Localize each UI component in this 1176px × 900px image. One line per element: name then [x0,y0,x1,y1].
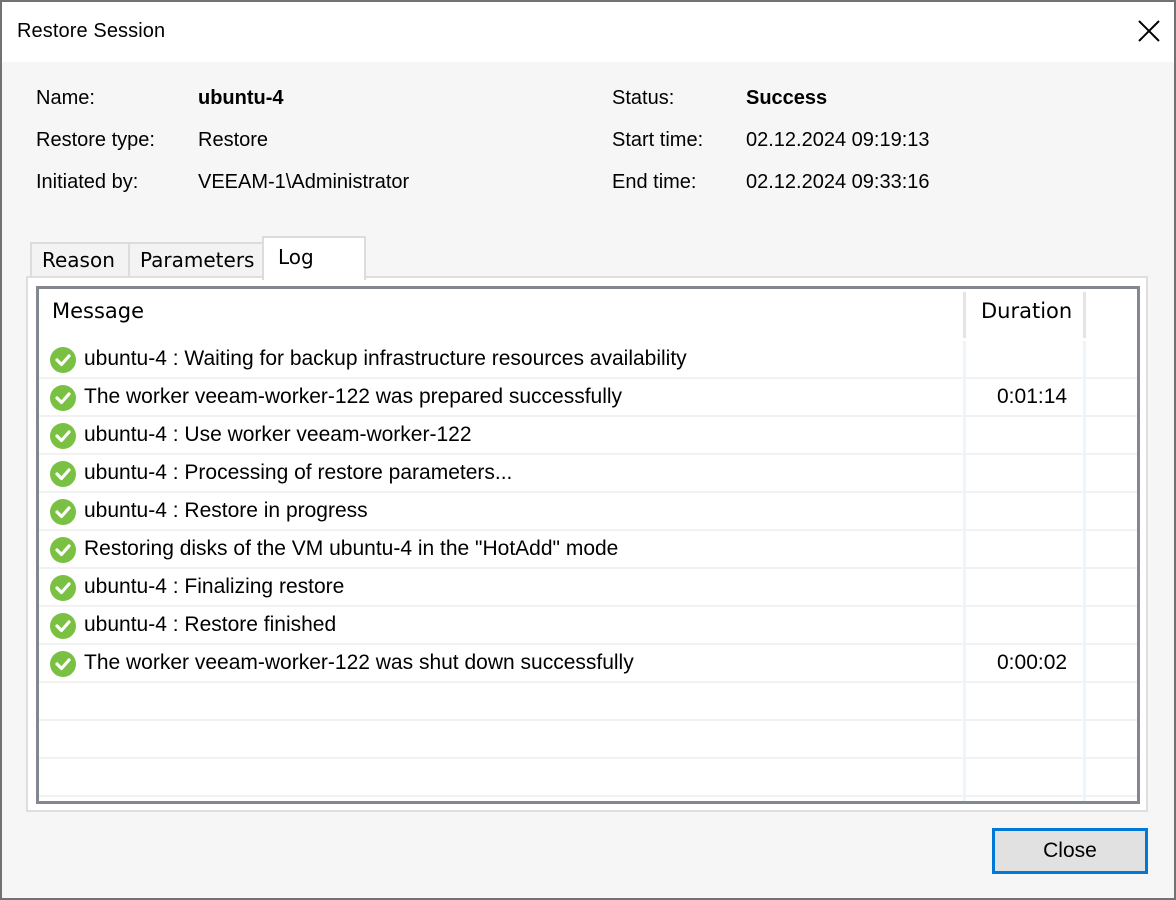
empty-row [39,683,1137,721]
end-time-label: End time: [612,171,697,193]
log-duration: 0:01:14 [997,385,1068,408]
log-message: Restoring disks of the VM ubuntu-4 in th… [84,537,619,560]
success-check-icon [49,536,77,564]
success-check-icon [49,650,77,678]
log-duration: 0:00:02 [997,651,1068,674]
restore-type-label: Restore type: [36,129,155,151]
status-label: Status: [612,87,675,109]
log-row[interactable]: The worker veeam-worker-122 was shut dow… [39,645,1137,683]
log-message: The worker veeam-worker-122 was shut dow… [84,651,634,674]
log-rows: ubuntu-4 : Waiting for backup infrastruc… [39,341,1137,797]
success-check-icon [49,346,77,374]
success-check-icon [49,574,77,602]
status-value: Success [746,87,828,109]
tab-log[interactable]: Log [262,236,366,280]
initiated-by-label: Initiated by: [36,171,139,193]
column-header-message[interactable]: Message [52,299,144,323]
log-row[interactable]: Restoring disks of the VM ubuntu-4 in th… [39,531,1137,569]
success-check-icon [49,422,77,450]
log-row[interactable]: ubuntu-4 : Restore finished [39,607,1137,645]
success-check-icon [49,384,77,412]
column-separator[interactable] [963,292,966,338]
close-button[interactable]: Close [992,828,1148,874]
log-row[interactable]: ubuntu-4 : Restore in progress [39,493,1137,531]
empty-row [39,721,1137,759]
dialog-title: Restore Session [17,20,166,42]
close-x-icon[interactable] [1134,16,1164,46]
tab-reason[interactable]: Reason [30,242,130,278]
start-time-value: 02.12.2024 09:19:13 [746,129,930,151]
log-tab-panel: Message Duration ubuntu-4 : Waiting for … [26,276,1148,812]
log-message: The worker veeam-worker-122 was prepared… [84,385,623,408]
log-row[interactable]: ubuntu-4 : Waiting for backup infrastruc… [39,341,1137,379]
success-check-icon [49,612,77,640]
name-value: ubuntu-4 [198,87,284,109]
log-message: ubuntu-4 : Processing of restore paramet… [84,461,513,484]
log-grid[interactable]: Message Duration ubuntu-4 : Waiting for … [36,286,1140,804]
column-separator[interactable] [1083,292,1086,338]
tab-parameters[interactable]: Parameters [128,242,264,278]
success-check-icon [49,498,77,526]
name-label: Name: [36,87,95,109]
log-row[interactable]: The worker veeam-worker-122 was prepared… [39,379,1137,417]
log-message: ubuntu-4 : Finalizing restore [84,575,345,598]
log-message: ubuntu-4 : Waiting for backup infrastruc… [84,347,687,370]
log-message: ubuntu-4 : Restore finished [84,613,337,636]
success-check-icon [49,460,77,488]
restore-type-value: Restore [198,129,269,151]
restore-session-dialog: Restore Session Name: ubuntu-4 Restore t… [0,0,1176,900]
log-row[interactable]: ubuntu-4 : Use worker veeam-worker-122 [39,417,1137,455]
start-time-label: Start time: [612,129,704,151]
empty-row [39,759,1137,797]
end-time-value: 02.12.2024 09:33:16 [746,171,930,193]
title-bar: Restore Session [2,2,1174,62]
log-message: ubuntu-4 : Use worker veeam-worker-122 [84,423,472,446]
log-row[interactable]: ubuntu-4 : Processing of restore paramet… [39,455,1137,493]
log-message: ubuntu-4 : Restore in progress [84,499,368,522]
log-row[interactable]: ubuntu-4 : Finalizing restore [39,569,1137,607]
initiated-by-value: VEEAM-1\Administrator [198,171,410,193]
session-info: Name: ubuntu-4 Restore type: Restore Ini… [2,87,1174,217]
column-header-duration[interactable]: Duration [981,299,1072,323]
